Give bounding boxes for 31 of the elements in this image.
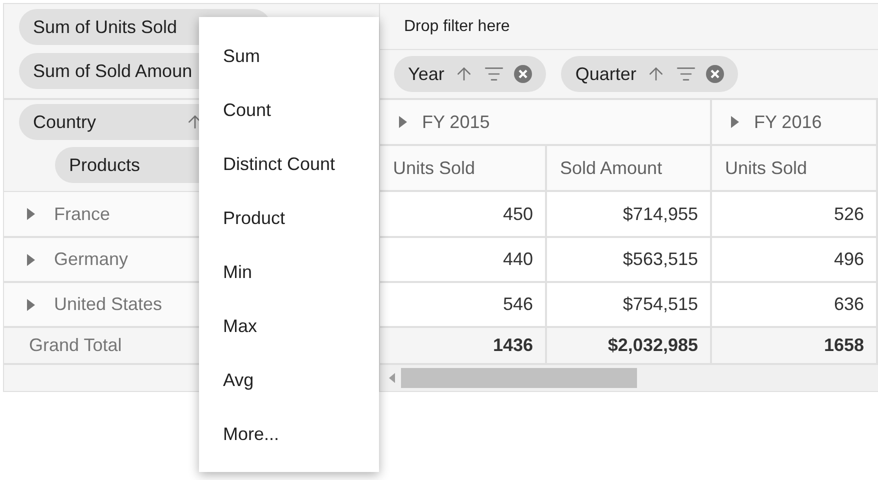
caret-right-icon[interactable] <box>398 116 408 128</box>
table-cell: 546 <box>380 283 547 328</box>
table-cell: 496 <box>712 238 878 283</box>
remove-icon[interactable] <box>706 65 724 83</box>
remove-icon[interactable] <box>514 65 532 83</box>
grand-total-cell: $2,032,985 <box>547 328 712 365</box>
menu-item[interactable]: More... <box>199 407 379 461</box>
grand-total-cell: 1436 <box>380 328 547 365</box>
table-cell: $754,515 <box>547 283 712 328</box>
measure-header: Units Sold <box>380 146 547 192</box>
filter-drop-hint: Drop filter here <box>404 18 510 36</box>
scrollbar-thumb[interactable] <box>401 368 637 388</box>
scroll-left-icon[interactable] <box>389 373 395 383</box>
table-cell: $714,955 <box>547 192 712 238</box>
caret-right-icon[interactable] <box>26 298 36 310</box>
table-cell: 450 <box>380 192 547 238</box>
caret-right-icon[interactable] <box>730 116 740 128</box>
measure-header: Sold Amount <box>547 146 712 192</box>
horizontal-scrollbar[interactable] <box>380 365 878 391</box>
measure-header: Units Sold <box>712 146 878 192</box>
column-group-header[interactable]: FY 2016 <box>712 100 878 146</box>
grand-total-cell: 1658 <box>712 328 878 365</box>
column-group-header[interactable]: FY 2015 <box>380 100 712 146</box>
column-field-chip[interactable]: Year <box>394 56 546 92</box>
table-cell: 636 <box>712 283 878 328</box>
caret-right-icon[interactable] <box>26 208 36 220</box>
table-cell: 526 <box>712 192 878 238</box>
caret-right-icon[interactable] <box>26 254 36 266</box>
column-field-chip[interactable]: Quarter <box>561 56 738 92</box>
table-cell: 440 <box>380 238 547 283</box>
table-cell: $563,515 <box>547 238 712 283</box>
